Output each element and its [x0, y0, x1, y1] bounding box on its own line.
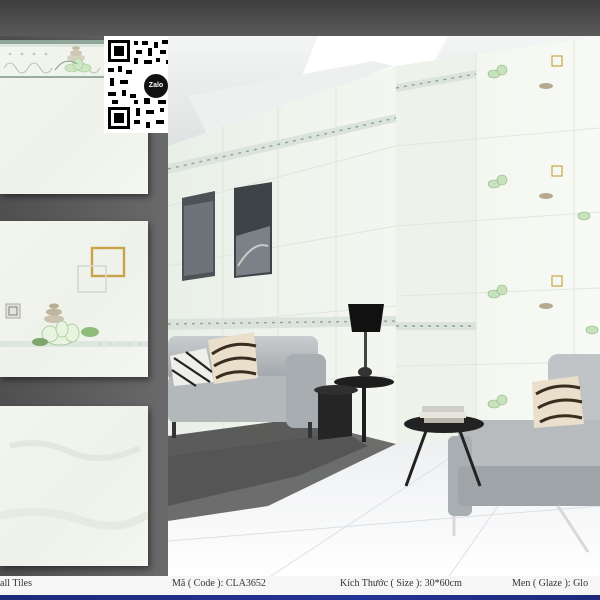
caption-glaze: Men ( Glaze ): Glo — [512, 578, 589, 589]
product-caption-bar: all Tiles Mã ( Code ): CLA3652 Kích Thướ… — [0, 576, 600, 600]
room-scene-photo — [168, 36, 600, 578]
tile-sample-decor — [0, 221, 148, 377]
caption-code: Mã ( Code ): CLA3652 — [172, 578, 266, 589]
caption-category: all Tiles — [0, 578, 32, 589]
footer-accent-bar — [0, 595, 600, 600]
top-band — [0, 0, 600, 36]
tile-sample-plain — [0, 406, 148, 566]
zalo-logo: Zalo — [142, 72, 170, 100]
caption-size: Kích Thước ( Size ): 30*60cm — [340, 578, 462, 589]
